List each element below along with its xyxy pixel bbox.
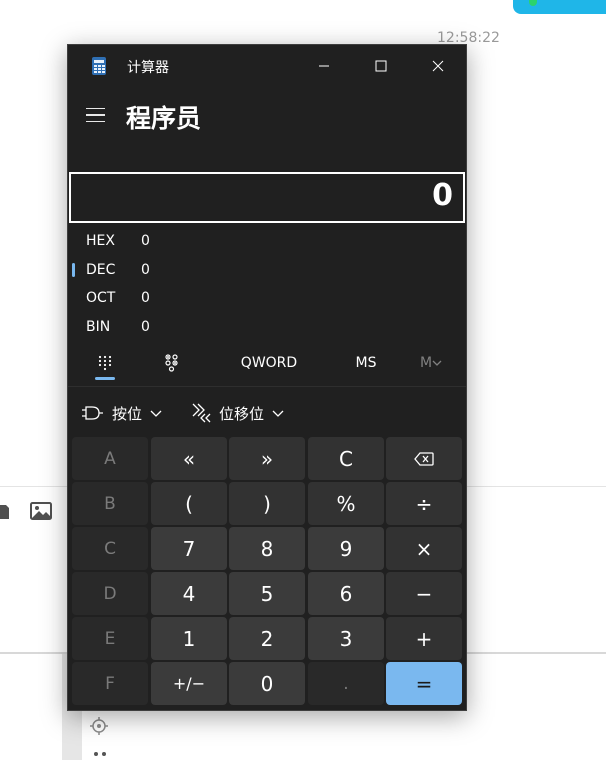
image-icon[interactable] xyxy=(29,499,53,523)
radix-row-hex[interactable]: HEX 0 xyxy=(68,227,268,255)
key-hex-e[interactable]: E xyxy=(72,617,148,660)
key-right-paren[interactable]: ) xyxy=(229,482,305,525)
key-2[interactable]: 2 xyxy=(229,617,305,660)
minimize-icon xyxy=(319,65,329,67)
key-subtract[interactable]: − xyxy=(386,572,462,615)
key-8[interactable]: 8 xyxy=(229,527,305,570)
key-4[interactable]: 4 xyxy=(151,572,227,615)
radix-row-oct[interactable]: OCT 0 xyxy=(68,284,268,312)
key-backspace[interactable] xyxy=(386,437,462,480)
key-hex-a[interactable]: A xyxy=(72,437,148,480)
key-6[interactable]: 6 xyxy=(308,572,384,615)
chevron-down-icon xyxy=(432,360,442,366)
window-title: 计算器 xyxy=(127,60,169,76)
key-add[interactable]: + xyxy=(386,617,462,660)
bitshift-label: 位移位 xyxy=(219,404,265,423)
key-1[interactable]: 1 xyxy=(151,617,227,660)
key-multiply[interactable]: × xyxy=(386,527,462,570)
radix-value: 0 xyxy=(141,262,150,278)
keypad-icon xyxy=(98,355,112,371)
key-hex-f[interactable]: F xyxy=(72,662,148,705)
toolbar-divider xyxy=(68,386,466,387)
radix-row-bin[interactable]: BIN 0 xyxy=(68,313,268,341)
title-bar[interactable]: 计算器 xyxy=(68,45,466,87)
key-hex-c[interactable]: C xyxy=(72,527,148,570)
selected-tab-indicator xyxy=(95,377,115,380)
radix-value: 0 xyxy=(141,290,150,306)
display-value: 0 xyxy=(432,178,453,213)
key-7[interactable]: 7 xyxy=(151,527,227,570)
radix-value: 0 xyxy=(141,233,150,249)
key-divide[interactable]: ÷ xyxy=(386,482,462,525)
key-hex-d[interactable]: D xyxy=(72,572,148,615)
bitwise-dropdown[interactable]: 按位 xyxy=(82,398,162,428)
key-clear[interactable]: C xyxy=(308,437,384,480)
bitwise-label: 按位 xyxy=(112,404,143,423)
chevron-down-icon xyxy=(150,410,162,417)
key-modulo[interactable]: % xyxy=(308,482,384,525)
key-0[interactable]: 0 xyxy=(229,662,305,705)
minimize-button[interactable] xyxy=(301,45,347,87)
navigation-menu-button[interactable] xyxy=(86,103,110,127)
folder-icon[interactable] xyxy=(0,499,9,523)
chevron-down-icon xyxy=(272,410,284,417)
bit-shift-icon xyxy=(192,403,211,423)
word-size-button[interactable]: QWORD xyxy=(234,347,304,379)
radix-label: DEC xyxy=(86,262,116,278)
radix-label: OCT xyxy=(86,290,116,306)
memory-list-label: M xyxy=(419,355,433,371)
key-shift-left[interactable]: « xyxy=(151,437,227,480)
radix-label: HEX xyxy=(86,233,115,249)
key-decimal[interactable]: . xyxy=(308,662,384,705)
calculator-app-icon xyxy=(92,57,106,75)
radix-value: 0 xyxy=(141,319,150,335)
bit-toggling-keypad-button[interactable] xyxy=(157,347,187,379)
key-negate[interactable]: +/− xyxy=(151,662,227,705)
calculator-window: 计算器 程序员 0 HEX 0 DEC 0 OCT 0 BIN 0 QWORD … xyxy=(67,44,467,711)
hamburger-icon xyxy=(86,107,105,110)
key-5[interactable]: 5 xyxy=(229,572,305,615)
logic-gate-icon xyxy=(82,406,103,420)
key-left-paren[interactable]: ( xyxy=(151,482,227,525)
bit-toggle-icon xyxy=(165,354,178,372)
radix-label: BIN xyxy=(86,319,111,335)
maximize-button[interactable] xyxy=(358,45,404,87)
key-equals[interactable]: = xyxy=(386,662,462,705)
bitshift-dropdown[interactable]: 位移位 xyxy=(191,398,284,428)
selection-indicator xyxy=(72,263,75,277)
locate-icon[interactable] xyxy=(89,716,109,736)
backspace-icon xyxy=(414,451,434,466)
key-9[interactable]: 9 xyxy=(308,527,384,570)
mode-title: 程序员 xyxy=(126,104,202,133)
background-app-button xyxy=(513,0,606,14)
memory-store-button[interactable]: MS xyxy=(348,347,384,379)
close-button[interactable] xyxy=(415,45,461,87)
more-icon[interactable] xyxy=(92,750,108,760)
close-icon xyxy=(432,60,444,72)
key-3[interactable]: 3 xyxy=(308,617,384,660)
maximize-icon xyxy=(375,60,387,72)
radix-row-dec[interactable]: DEC 0 xyxy=(68,256,268,284)
key-shift-right[interactable]: » xyxy=(229,437,305,480)
result-display: 0 xyxy=(69,172,465,223)
memory-list-button[interactable]: M xyxy=(414,347,448,379)
full-keypad-button[interactable] xyxy=(90,347,120,379)
key-hex-b[interactable]: B xyxy=(72,482,148,525)
